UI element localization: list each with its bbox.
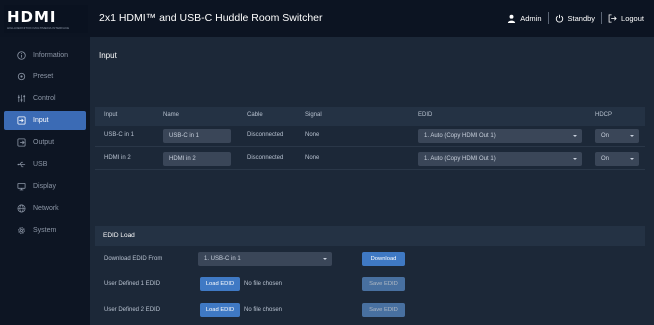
sidebar-item-information[interactable]: Information [4, 46, 86, 65]
sidebar-item-label: Information [33, 52, 69, 59]
input-label: USB-C in 1 [104, 132, 135, 138]
standby-label: Standby [567, 13, 596, 23]
download-edid-label: Download EDID From [104, 256, 163, 262]
logo-tagline: HIGH-DEFINITION MULTIMEDIA INTERFACE [7, 26, 70, 30]
user-menu[interactable]: Admin [507, 13, 542, 23]
section-title-input: Input [99, 51, 117, 60]
edid-select-value: 1. Auto (Copy HDMI Out 1) [424, 156, 496, 162]
gear-icon [18, 227, 25, 234]
logout-icon [608, 13, 617, 23]
sidebar-item-label: Input [33, 117, 49, 124]
page-title: 2x1 HDMI™ and USB-C Huddle Room Switcher [99, 12, 323, 24]
header-divider [547, 12, 549, 24]
column-header-input: Input [104, 112, 118, 118]
hdcp-select-value: On [601, 133, 610, 139]
load-edid-2-button[interactable]: Load EDID [200, 303, 240, 317]
sliders-icon [17, 94, 26, 103]
globe-icon [17, 204, 26, 213]
input-name-field[interactable]: USB-C in 1 [163, 129, 231, 143]
save-edid-1-button[interactable]: Save EDID [362, 277, 405, 291]
sidebar-item-label: USB [33, 161, 48, 168]
load-edid-1-button[interactable]: Load EDID [200, 277, 240, 291]
table-row: HDMI in 2 HDMI in 2 Disconnected None 1.… [95, 149, 645, 170]
edid-select[interactable]: 1. Auto (Copy HDMI Out 1) [418, 152, 582, 166]
top-header: HDMI HIGH-DEFINITION MULTIMEDIA INTERFAC… [0, 0, 654, 37]
sidebar-item-label: Network [33, 205, 59, 212]
chevron-down-icon [630, 135, 634, 137]
input-name-field[interactable]: HDMI in 2 [163, 152, 231, 166]
save-edid-2-button[interactable]: Save EDID [362, 303, 405, 317]
monitor-icon [17, 182, 26, 191]
download-edid-select-value: 1. USB-C in 1 [204, 256, 241, 262]
usb-icon [17, 161, 26, 168]
column-header-signal: Signal [305, 112, 322, 118]
hdmi-logo: HDMI HIGH-DEFINITION MULTIMEDIA INTERFAC… [4, 5, 88, 33]
preset-icon [17, 72, 26, 81]
sidebar-item-label: Output [33, 139, 55, 146]
sidebar-item-input[interactable]: Input [4, 111, 86, 130]
user-defined-2-label: User Defined 2 EDID [104, 307, 161, 313]
info-icon [17, 51, 26, 60]
user-defined-1-label: User Defined 1 EDID [104, 281, 161, 287]
sidebar-item-system[interactable]: System [4, 221, 86, 240]
column-header-hdcp: HDCP [595, 112, 613, 118]
cable-status: Disconnected [247, 132, 284, 138]
sidebar-item-label: System [33, 227, 57, 234]
header-divider [601, 12, 603, 24]
signal-status: None [305, 155, 320, 161]
main-content: Input Input Name Cable Signal EDID HDCP … [90, 37, 654, 325]
sidebar-item-output[interactable]: Output [4, 133, 86, 152]
sidebar: Information Preset Control Input Output … [0, 37, 90, 325]
logout-button[interactable]: Logout [608, 14, 644, 23]
sidebar-item-label: Display [33, 183, 56, 190]
chevron-down-icon [573, 158, 577, 160]
hdcp-select-value: On [601, 156, 610, 162]
sidebar-item-label: Preset [33, 73, 54, 80]
user-name: Admin [520, 13, 542, 23]
hdcp-select[interactable]: On [595, 152, 639, 166]
input-icon [17, 116, 26, 125]
column-header-edid: EDID [418, 112, 433, 118]
download-button[interactable]: Download [362, 252, 405, 266]
sidebar-item-network[interactable]: Network [4, 199, 86, 218]
hdcp-select[interactable]: On [595, 129, 639, 143]
table-row: USB-C in 1 USB-C in 1 Disconnected None … [95, 126, 645, 147]
logout-label: Logout [621, 13, 644, 23]
logo-wordmark: HDMI [7, 8, 57, 26]
section-title-edid-load: EDID Load [103, 232, 135, 239]
column-header-name: Name [163, 112, 180, 118]
power-icon [555, 14, 563, 23]
no-file-chosen-1: No file chosen [244, 281, 283, 287]
chevron-down-icon [573, 135, 577, 137]
sidebar-item-usb[interactable]: USB [4, 155, 86, 174]
input-label: HDMI in 2 [104, 155, 131, 161]
column-header-cable: Cable [247, 112, 263, 118]
sidebar-item-label: Control [33, 95, 56, 102]
app-window: HDMI HIGH-DEFINITION MULTIMEDIA INTERFAC… [0, 0, 654, 325]
sidebar-item-preset[interactable]: Preset [4, 67, 86, 86]
sidebar-item-control[interactable]: Control [4, 89, 86, 108]
no-file-chosen-2: No file chosen [244, 307, 283, 313]
output-icon [17, 138, 26, 147]
sidebar-item-display[interactable]: Display [4, 177, 86, 196]
download-edid-select[interactable]: 1. USB-C in 1 [198, 252, 332, 266]
user-icon [508, 14, 516, 23]
edid-select-value: 1. Auto (Copy HDMI Out 1) [424, 133, 496, 139]
chevron-down-icon [630, 158, 634, 160]
edid-select[interactable]: 1. Auto (Copy HDMI Out 1) [418, 129, 582, 143]
cable-status: Disconnected [247, 155, 284, 161]
standby-button[interactable]: Standby [555, 13, 596, 23]
input-table-header: Input Name Cable Signal EDID HDCP [95, 107, 645, 126]
edid-load-header: EDID Load [95, 226, 645, 246]
header-actions: Admin Standby Logout [507, 11, 644, 25]
signal-status: None [305, 132, 320, 138]
chevron-down-icon [323, 258, 327, 260]
